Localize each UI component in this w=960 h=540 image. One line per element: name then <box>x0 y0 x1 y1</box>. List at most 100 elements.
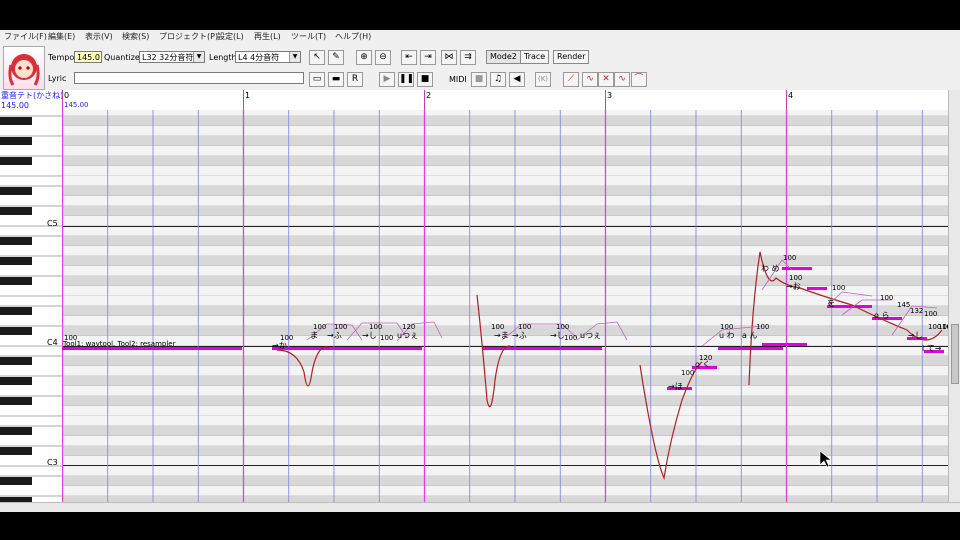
note-bar <box>362 347 382 350</box>
note-bar <box>762 343 807 346</box>
pointer-tool-icon[interactable]: ↖ <box>309 50 325 65</box>
note-velocity: 100 <box>556 323 569 331</box>
piano-black-key <box>0 477 32 485</box>
grid-row <box>62 316 948 326</box>
grid-row <box>62 110 948 116</box>
grid-row <box>62 396 948 406</box>
menu-item[interactable]: 設定(L) <box>217 31 244 42</box>
note-velocity: 100 <box>491 323 504 331</box>
env-icon[interactable]: ✕ <box>598 72 614 87</box>
piano-black-key <box>0 117 32 125</box>
note-bar <box>302 347 362 350</box>
metronome-icon[interactable]: ♫ <box>490 72 506 87</box>
pitch-icon[interactable]: ∿ <box>614 72 630 87</box>
property-icon[interactable]: R <box>347 72 363 87</box>
grid-row <box>62 246 948 256</box>
pause-icon[interactable]: ❚❚ <box>398 72 414 87</box>
tuning-icon[interactable]: (K) <box>535 72 551 87</box>
note-bar <box>482 347 542 350</box>
measure-ruler[interactable]: 0 1 2 3 4 145.00 <box>62 90 948 111</box>
goto-end-icon[interactable]: ⇥ <box>420 50 436 65</box>
menu-item[interactable]: ツール(T) <box>291 31 326 42</box>
note-lyric: →ほ <box>668 382 683 391</box>
play-icon[interactable]: ▶ <box>379 72 395 87</box>
piano-black-key <box>0 447 32 455</box>
scroll-thumb[interactable] <box>951 324 959 384</box>
octave-label: C4 <box>47 338 58 347</box>
note-lyric: i て→ <box>922 344 942 353</box>
note-lyric: わ め <box>761 264 780 273</box>
note-lyric: →し <box>362 331 377 340</box>
length-select[interactable]: L4 4分音符 ▼ <box>235 51 301 63</box>
midi-stop-icon[interactable]: ■ <box>471 72 487 87</box>
tool-text: Tool1: wavtool, Tool2: resampler <box>62 340 176 348</box>
quantize-label: Quantize <box>104 53 140 62</box>
menu-item[interactable]: ヘルプ(H) <box>335 31 371 42</box>
merge-icon[interactable]: ⇉ <box>460 50 476 65</box>
menu-item[interactable]: ファイル(F) <box>4 31 47 42</box>
chevron-down-icon[interactable]: ▼ <box>289 52 300 62</box>
piano-keyboard[interactable]: C5 C4 C3 <box>0 110 62 502</box>
speaker-icon[interactable]: ◀ <box>509 72 525 87</box>
menu-bar: ファイル(F) 編集(E) 表示(V) 検索(S) プロジェクト(P) 設定(L) 再生(L… <box>0 30 960 44</box>
measure-number: 3 <box>607 91 612 100</box>
quantize-select[interactable]: L32 32分音符 ▼ <box>139 51 205 63</box>
note-lyric: o ら <box>874 311 889 320</box>
rest-tool-icon[interactable]: ▬ <box>328 72 344 87</box>
pencil-tool-icon[interactable]: ✎ <box>328 50 344 65</box>
zoom-in-icon[interactable]: ⊕ <box>356 50 372 65</box>
midi-label: MIDI <box>449 75 467 84</box>
grid-row <box>62 276 948 286</box>
tempo-field[interactable]: 145.0 <box>74 51 102 63</box>
chevron-down-icon[interactable]: ▼ <box>193 52 204 62</box>
grid-row <box>62 166 948 176</box>
render-button[interactable]: Render <box>553 50 590 64</box>
measure-number: 4 <box>788 91 793 100</box>
length-value: L4 4分音符 <box>238 53 280 62</box>
note-lyric: →ふ <box>512 331 527 340</box>
note-velocity: 120 <box>402 323 415 331</box>
goto-start-icon[interactable]: ⇤ <box>401 50 417 65</box>
lyric-label: Lyric <box>48 74 67 83</box>
singer-avatar[interactable] <box>3 46 45 90</box>
menu-item[interactable]: 表示(V) <box>85 31 113 42</box>
menu-item[interactable]: プロジェクト(P) <box>159 31 218 42</box>
menu-item[interactable]: 編集(E) <box>48 31 75 42</box>
grid-row <box>62 466 948 476</box>
note-velocity: 145 <box>897 301 910 309</box>
stop-icon[interactable]: ■ <box>417 72 433 87</box>
note-velocity: 120 <box>699 354 712 362</box>
menu-item[interactable]: 再生(L) <box>254 31 281 42</box>
toolbar: Tempo 145.0 Quantize L32 32分音符 ▼ Length … <box>0 44 960 90</box>
piano-roll[interactable]: Tool1: wavtool, Tool2: resampler →か ま →ふ →し u… <box>62 110 948 502</box>
lyric-input[interactable] <box>74 72 304 84</box>
port-icon[interactable]: ⟋ <box>563 72 579 87</box>
piano-black-key <box>0 207 32 215</box>
grid-row <box>62 126 948 136</box>
ruler-tempo: 145.00 <box>64 101 89 109</box>
grid-row <box>62 156 948 166</box>
note-lyric: →か <box>272 341 287 350</box>
track-tempo: 145.00 <box>1 101 29 110</box>
note-velocity: 100 <box>564 334 577 342</box>
note-velocity: 100 <box>832 284 845 292</box>
note-bar <box>542 347 562 350</box>
vib-icon[interactable]: ∿ <box>582 72 598 87</box>
horizontal-scrollbar[interactable] <box>0 502 960 512</box>
piano-black-key <box>0 137 32 145</box>
note-tool-icon[interactable]: ▭ <box>309 72 325 87</box>
grid-row <box>62 436 948 446</box>
vertical-scrollbar[interactable] <box>948 90 960 502</box>
grid-row <box>62 256 948 266</box>
length-label: Length <box>209 53 237 62</box>
trace-button[interactable]: Trace <box>520 50 550 64</box>
grid-row <box>62 476 948 486</box>
note-lyric: uつぇ <box>580 331 601 340</box>
shift-icon[interactable]: ⌒ <box>631 72 647 87</box>
mode2-button[interactable]: Mode2 <box>486 50 521 64</box>
split-icon[interactable]: ⋈ <box>441 50 457 65</box>
note-velocity: 100 <box>681 369 694 377</box>
zoom-out-icon[interactable]: ⊖ <box>375 50 391 65</box>
grid-row <box>62 376 948 386</box>
menu-item[interactable]: 検索(S) <box>122 31 149 42</box>
